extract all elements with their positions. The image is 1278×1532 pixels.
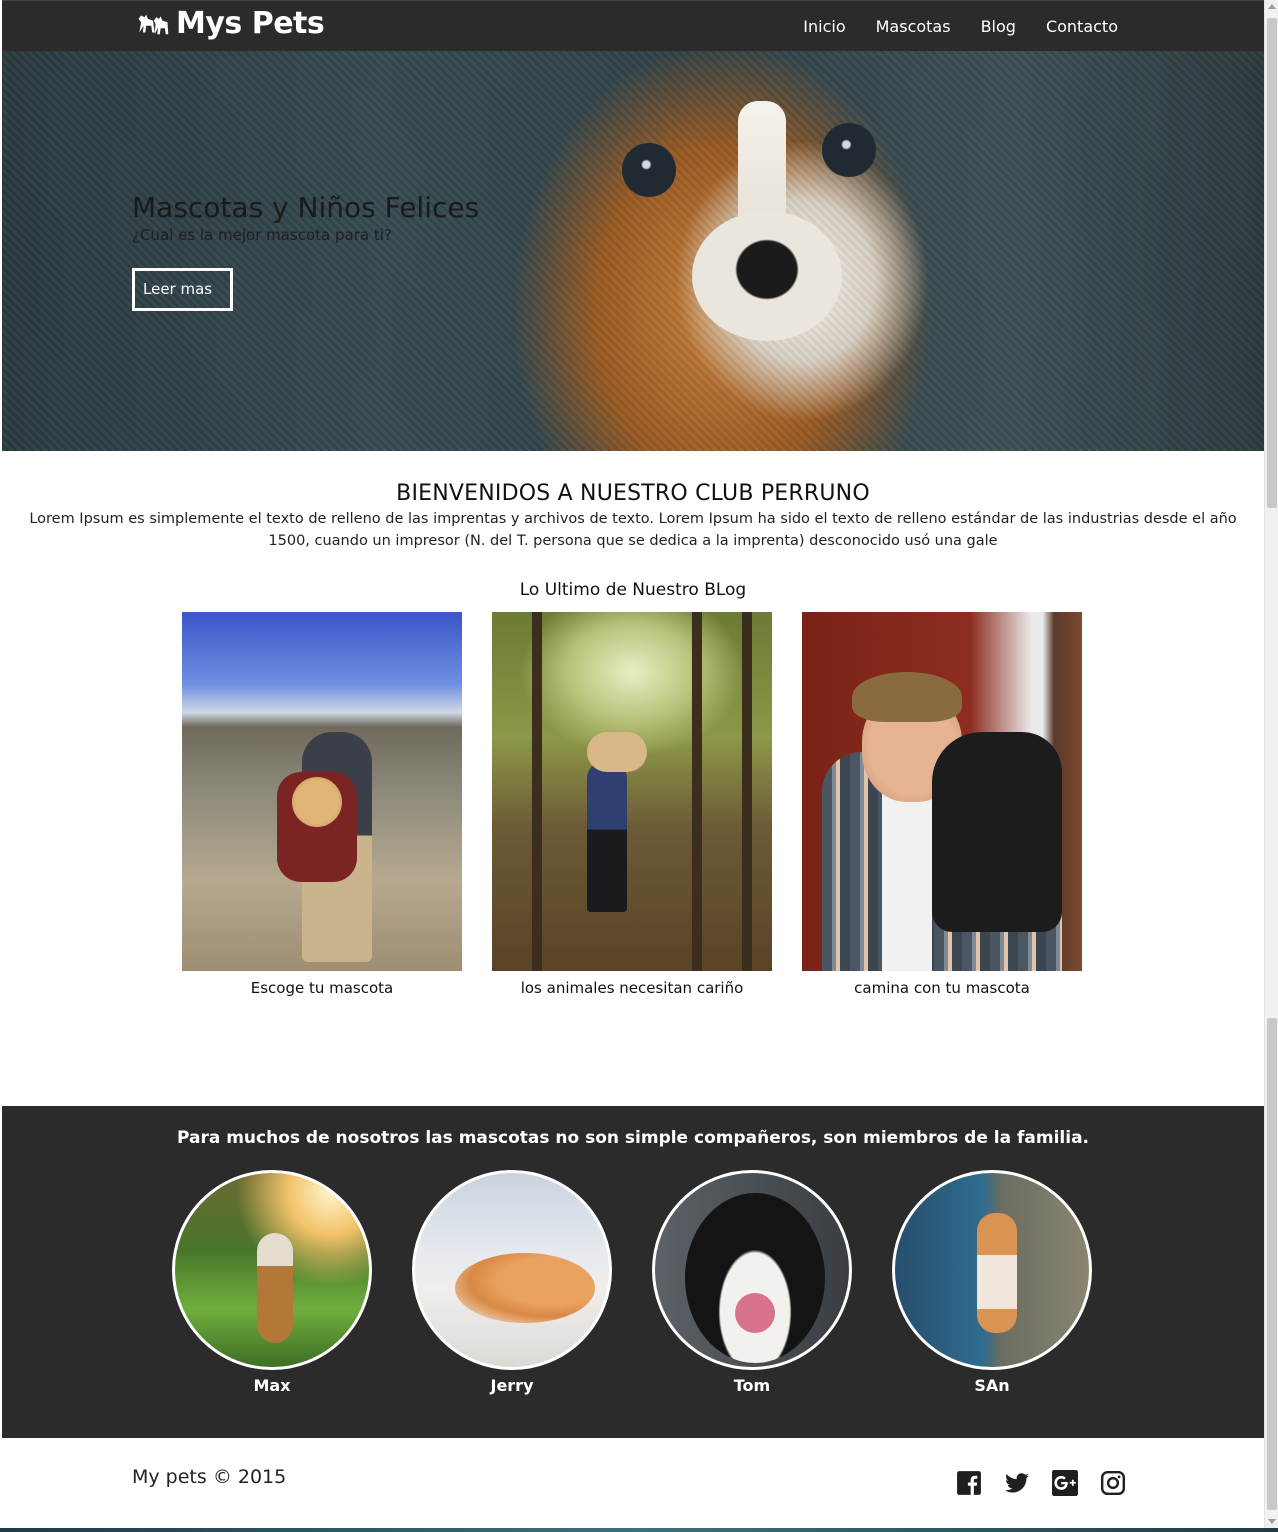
welcome-text: Lorem Ipsum es simplemente el texto de r…: [29, 511, 1237, 549]
dog-figure: [587, 732, 647, 772]
pets-section: Para muchos de nosotros las mascotas no …: [2, 1106, 1264, 1438]
copyright: My pets © 2015: [132, 1466, 287, 1488]
footer: My pets © 2015: [2, 1438, 1264, 1528]
puppy-figure: [292, 777, 342, 827]
beagle-figure: [257, 1233, 293, 1343]
hero-image-dog-snout: [692, 211, 842, 341]
nav-link-inicio[interactable]: Inicio: [803, 17, 845, 36]
pets-section-title: Para muchos de nosotros las mascotas no …: [176, 1128, 1090, 1148]
pet-card[interactable]: SAn: [892, 1170, 1092, 1395]
social-links: [956, 1470, 1126, 1496]
blog-card-caption[interactable]: Escoge tu mascota: [182, 979, 462, 997]
facebook-icon[interactable]: [956, 1470, 982, 1496]
hero-title: Mascotas y Niños Felices: [132, 191, 480, 224]
twitter-icon[interactable]: [1004, 1470, 1030, 1496]
blog-card[interactable]: camina con tu mascota: [802, 612, 1082, 997]
scrollbar-track-segment: [1267, 18, 1277, 508]
main-nav: Inicio Mascotas Blog Contacto: [803, 17, 1118, 36]
black-dog-figure: [932, 732, 1062, 932]
nav-link-contacto[interactable]: Contacto: [1046, 17, 1118, 36]
hero-banner: Mascotas y Niños Felices ¿Cual es la mej…: [2, 51, 1264, 451]
scroll-up-arrow-icon[interactable]: [1268, 4, 1276, 9]
navbar: Mys Pets Inicio Mascotas Blog Contacto: [2, 0, 1264, 51]
hero-image-dog-eye: [822, 123, 876, 177]
blog-card-image[interactable]: [802, 612, 1082, 971]
instagram-icon[interactable]: [1100, 1470, 1126, 1496]
blog-card-image[interactable]: [182, 612, 462, 971]
man-tee-figure: [882, 792, 932, 971]
tree-trunk: [692, 612, 702, 971]
page-scrollbar[interactable]: [1264, 0, 1278, 1528]
pet-avatar[interactable]: [412, 1170, 612, 1370]
pet-name: SAn: [974, 1376, 1010, 1395]
collie-figure: [685, 1193, 825, 1363]
hero-caption: Mascotas y Niños Felices ¿Cual es la mej…: [132, 191, 479, 311]
corgi-figure: [977, 1213, 1017, 1333]
os-taskbar: [0, 1528, 1278, 1532]
blog-section-title: Lo Ultimo de Nuestro BLog: [519, 580, 747, 600]
man-hair-figure: [852, 672, 962, 722]
blog-card-caption[interactable]: camina con tu mascota: [802, 979, 1082, 997]
hero-subtitle: ¿Cual es la mejor mascota para ti?: [132, 226, 392, 244]
pet-card[interactable]: Tom: [652, 1170, 852, 1395]
tree-trunk: [742, 612, 752, 971]
blog-card-image[interactable]: [492, 612, 772, 971]
page: Mys Pets Inicio Mascotas Blog Contacto M…: [2, 0, 1264, 1528]
pet-card[interactable]: Jerry: [412, 1170, 612, 1395]
tree-trunk: [532, 612, 542, 971]
blog-card-caption[interactable]: los animales necesitan cariño: [492, 979, 772, 997]
blog-card[interactable]: los animales necesitan cariño: [492, 612, 772, 997]
read-more-button[interactable]: Leer mas: [132, 268, 234, 311]
collie-mouth: [735, 1293, 775, 1333]
pet-avatar[interactable]: [652, 1170, 852, 1370]
pet-card[interactable]: Max: [172, 1170, 372, 1395]
woman-figure: [587, 762, 627, 912]
brand-name: Mys Pets: [176, 6, 325, 41]
nav-link-mascotas[interactable]: Mascotas: [876, 17, 951, 36]
pet-name: Tom: [733, 1376, 771, 1395]
brand-logo[interactable]: Mys Pets: [136, 6, 325, 41]
google-plus-icon[interactable]: [1052, 1470, 1078, 1496]
hero-image-dog-eye: [622, 143, 676, 197]
dogs-icon: [138, 14, 169, 34]
blog-card[interactable]: Escoge tu mascota: [182, 612, 462, 997]
blog-grid: Escoge tu mascota los animales necesitan…: [2, 612, 1264, 1032]
shiba-figure: [455, 1253, 595, 1323]
scroll-down-arrow-icon[interactable]: [1268, 1519, 1276, 1524]
pet-avatar[interactable]: [892, 1170, 1092, 1370]
nav-link-blog[interactable]: Blog: [981, 17, 1016, 36]
welcome-heading: BIENVENIDOS A NUESTRO CLUB PERRUNO: [396, 481, 870, 506]
pet-name: Max: [253, 1376, 291, 1395]
pet-name: Jerry: [490, 1376, 534, 1395]
welcome-section: BIENVENIDOS A NUESTRO CLUB PERRUNO Lorem…: [2, 451, 1264, 552]
scrollbar-thumb[interactable]: [1267, 1018, 1277, 1510]
pet-avatar[interactable]: [172, 1170, 372, 1370]
